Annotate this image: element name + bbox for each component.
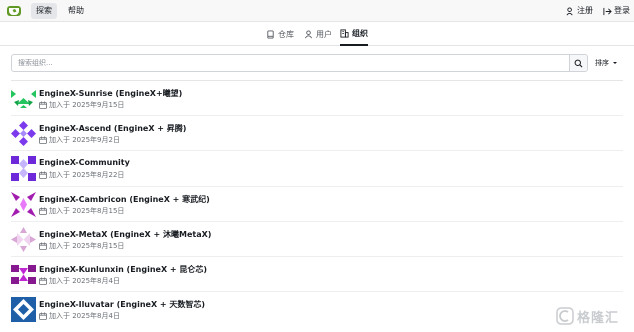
org-name-link[interactable]: EngineX-Cambricon (EngineX + 寒武纪) [39, 194, 210, 205]
search-button[interactable] [569, 55, 587, 71]
org-avatar[interactable] [11, 297, 36, 323]
watermark-text: 格隆汇 [577, 310, 620, 326]
org-joined-text: 加入于 2025年8月22日 [49, 171, 125, 180]
org-joined-meta: 加入于 2025年8月4日 [39, 276, 120, 286]
org-row: EngineX-Iluvatar (EngineX + 天数智芯) 加入于 20… [11, 292, 623, 327]
organization-list: EngineX-Sunrise (EngineX+曦望) 加入于 2025年9月… [0, 81, 634, 327]
org-row: EngineX-MetaX (EngineX + 沐曦MetaX) 加入于 20… [11, 222, 623, 257]
org-avatar[interactable] [11, 121, 36, 147]
org-joined-text: 加入于 2025年9月2日 [49, 136, 120, 145]
explore-tabs: 仓库 用户 组织 [0, 22, 634, 46]
calendar-icon [39, 242, 47, 250]
org-row: EngineX-Kunlunxin (EngineX + 昆仑芯) 加入于 20… [11, 257, 623, 293]
top-navbar: 探索 帮助 注册 登录 [0, 0, 634, 22]
org-row: EngineX-Ascend (EngineX + 昇腾) 加入于 2025年9… [11, 116, 623, 152]
tab-organizations[interactable]: 组织 [340, 22, 368, 46]
org-name-link[interactable]: EngineX-Iluvatar (EngineX + 天数智芯) [39, 299, 205, 310]
calendar-icon [39, 312, 47, 321]
org-joined-text: 加入于 2025年8月15日 [49, 206, 125, 215]
search-input[interactable] [12, 55, 570, 71]
gitea-logo-icon[interactable] [6, 3, 22, 19]
org-row: EngineX-Sunrise (EngineX+曦望) 加入于 2025年9月… [11, 81, 623, 117]
calendar-icon [39, 207, 47, 215]
org-joined-text: 加入于 2025年8月4日 [49, 312, 120, 321]
watermark: 格隆汇 [556, 305, 630, 327]
watermark-logo-icon [556, 307, 574, 325]
sign-in-icon [603, 7, 612, 15]
register-link[interactable]: 注册 [566, 3, 593, 19]
org-joined-meta: 加入于 2025年8月4日 [39, 311, 120, 321]
org-joined-meta: 加入于 2025年8月15日 [39, 241, 124, 251]
nav-help-link[interactable]: 帮助 [63, 3, 89, 19]
org-joined-meta: 加入于 2025年8月15日 [39, 206, 124, 216]
org-joined-text: 加入于 2025年8月4日 [49, 276, 120, 285]
org-name-link[interactable]: EngineX-MetaX (EngineX + 沐曦MetaX) [39, 229, 211, 240]
org-name-link[interactable]: EngineX-Sunrise (EngineX+曦望) [39, 88, 182, 99]
org-row: EngineX-Cambricon (EngineX + 寒武纪) 加入于 20… [11, 187, 623, 222]
sort-dropdown[interactable]: 排序 [595, 57, 618, 69]
login-link[interactable]: 登录 [603, 3, 630, 19]
org-joined-text: 加入于 2025年9月15日 [49, 101, 125, 109]
tab-repositories-label: 仓库 [278, 29, 294, 39]
org-avatar[interactable] [11, 226, 36, 252]
login-label: 登录 [614, 6, 630, 15]
org-joined-meta: 加入于 2025年9月2日 [39, 135, 120, 145]
org-avatar[interactable] [11, 191, 36, 217]
org-avatar[interactable] [11, 86, 36, 111]
calendar-icon [39, 101, 47, 109]
tab-users[interactable]: 用户 [304, 22, 332, 46]
org-name-link[interactable]: EngineX-Kunlunxin (EngineX + 昆仑芯) [39, 264, 207, 275]
org-joined-meta: 加入于 2025年8月22日 [39, 170, 124, 180]
org-name-link[interactable]: EngineX-Ascend (EngineX + 昇腾) [39, 123, 186, 134]
org-name-link[interactable]: EngineX-Community [39, 158, 130, 167]
organization-icon [340, 28, 349, 38]
caret-down-icon [613, 62, 617, 64]
org-joined-meta: 加入于 2025年9月15日 [39, 100, 124, 110]
tab-users-label: 用户 [316, 29, 332, 39]
org-avatar[interactable] [11, 156, 36, 182]
org-avatar[interactable] [11, 262, 36, 287]
org-row: EngineX-Community 加入于 2025年8月22日 [11, 151, 623, 187]
calendar-icon [39, 136, 47, 145]
search-bar [11, 54, 588, 72]
search-icon [574, 59, 583, 67]
register-label: 注册 [577, 6, 593, 15]
calendar-icon [39, 171, 47, 180]
person-icon [304, 29, 313, 38]
sort-label: 排序 [595, 59, 609, 67]
calendar-icon [39, 277, 47, 285]
tab-repositories[interactable]: 仓库 [266, 22, 294, 46]
repo-icon [267, 29, 274, 39]
org-joined-text: 加入于 2025年8月15日 [49, 241, 125, 250]
user-plus-icon [566, 6, 573, 15]
nav-explore-link[interactable]: 探索 [31, 3, 57, 19]
tab-organizations-label: 组织 [352, 28, 368, 38]
